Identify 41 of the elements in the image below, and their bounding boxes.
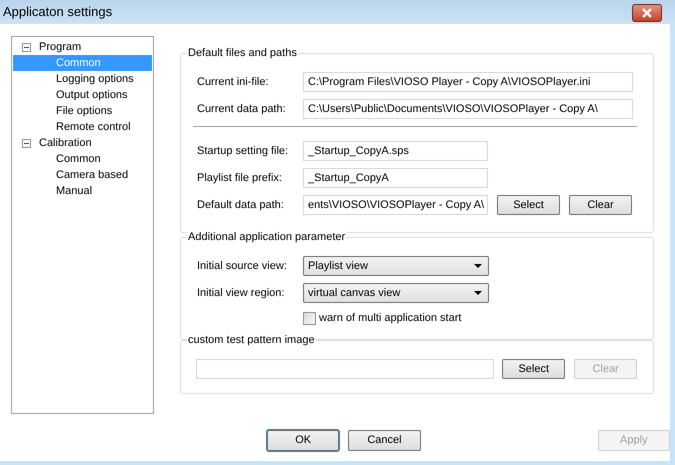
button[interactable]: OK xyxy=(267,430,340,451)
button[interactable]: Cancel xyxy=(348,430,421,451)
field-label: Default data path: xyxy=(197,198,285,213)
group-title: custom test pattern image xyxy=(187,333,316,347)
close-icon xyxy=(641,8,653,18)
checkbox[interactable] xyxy=(303,312,316,324)
tree-item[interactable]: Logging options xyxy=(13,71,152,87)
dropdown-arrow-icon xyxy=(474,291,482,295)
input-field[interactable]: C:\Users\Public\Documents\VIOSO\VIOSOPlayer - Copy A\ xyxy=(303,99,633,119)
input-field[interactable] xyxy=(196,359,494,379)
dropdown[interactable]: virtual canvas view xyxy=(303,283,489,303)
tree-item[interactable]: Manual xyxy=(13,183,152,199)
tree-item[interactable]: Remote control xyxy=(13,119,152,135)
tree-item[interactable]: Program xyxy=(38,38,82,56)
tree-item[interactable]: File options xyxy=(13,103,152,119)
checkbox-label: warn of multi application start xyxy=(319,310,462,326)
button[interactable]: Select xyxy=(497,195,560,215)
button[interactable]: Clear xyxy=(569,195,632,215)
field-label: Initial source view: xyxy=(197,258,288,274)
tree-item[interactable]: Output options xyxy=(13,87,152,103)
input-field[interactable]: _Startup_CopyA.sps xyxy=(303,141,488,161)
group-title: Additional application parameter xyxy=(187,230,346,244)
tree-item[interactable]: Camera based xyxy=(13,167,152,183)
close-button[interactable] xyxy=(632,4,662,22)
field-label: Playlist file prefix: xyxy=(197,170,283,186)
field-label: Initial view region: xyxy=(197,286,286,301)
button[interactable]: Select xyxy=(502,359,566,379)
collapse-icon[interactable] xyxy=(22,138,31,148)
group-title: Default files and paths xyxy=(187,46,298,60)
tree-item[interactable]: Common xyxy=(13,151,152,167)
field-label: Current data path: xyxy=(197,102,287,117)
window-title: Applicaton settings xyxy=(3,3,112,22)
dropdown[interactable]: Playlist view xyxy=(303,256,489,276)
collapse-icon[interactable] xyxy=(22,42,31,52)
input-field[interactable]: _Startup_CopyA xyxy=(303,168,488,188)
dropdown-arrow-icon xyxy=(474,264,482,268)
field-label: Current ini-file: xyxy=(197,74,270,90)
input-field[interactable]: C:\Program Files\VIOSO Player - Copy A\VIOSOPlayer.ini xyxy=(303,72,633,92)
input-field[interactable]: ents\VIOSO\VIOSOPlayer - Copy A\ xyxy=(303,195,488,215)
field-label: Startup setting file: xyxy=(197,144,290,159)
tree-item[interactable]: Calibration xyxy=(38,134,93,152)
